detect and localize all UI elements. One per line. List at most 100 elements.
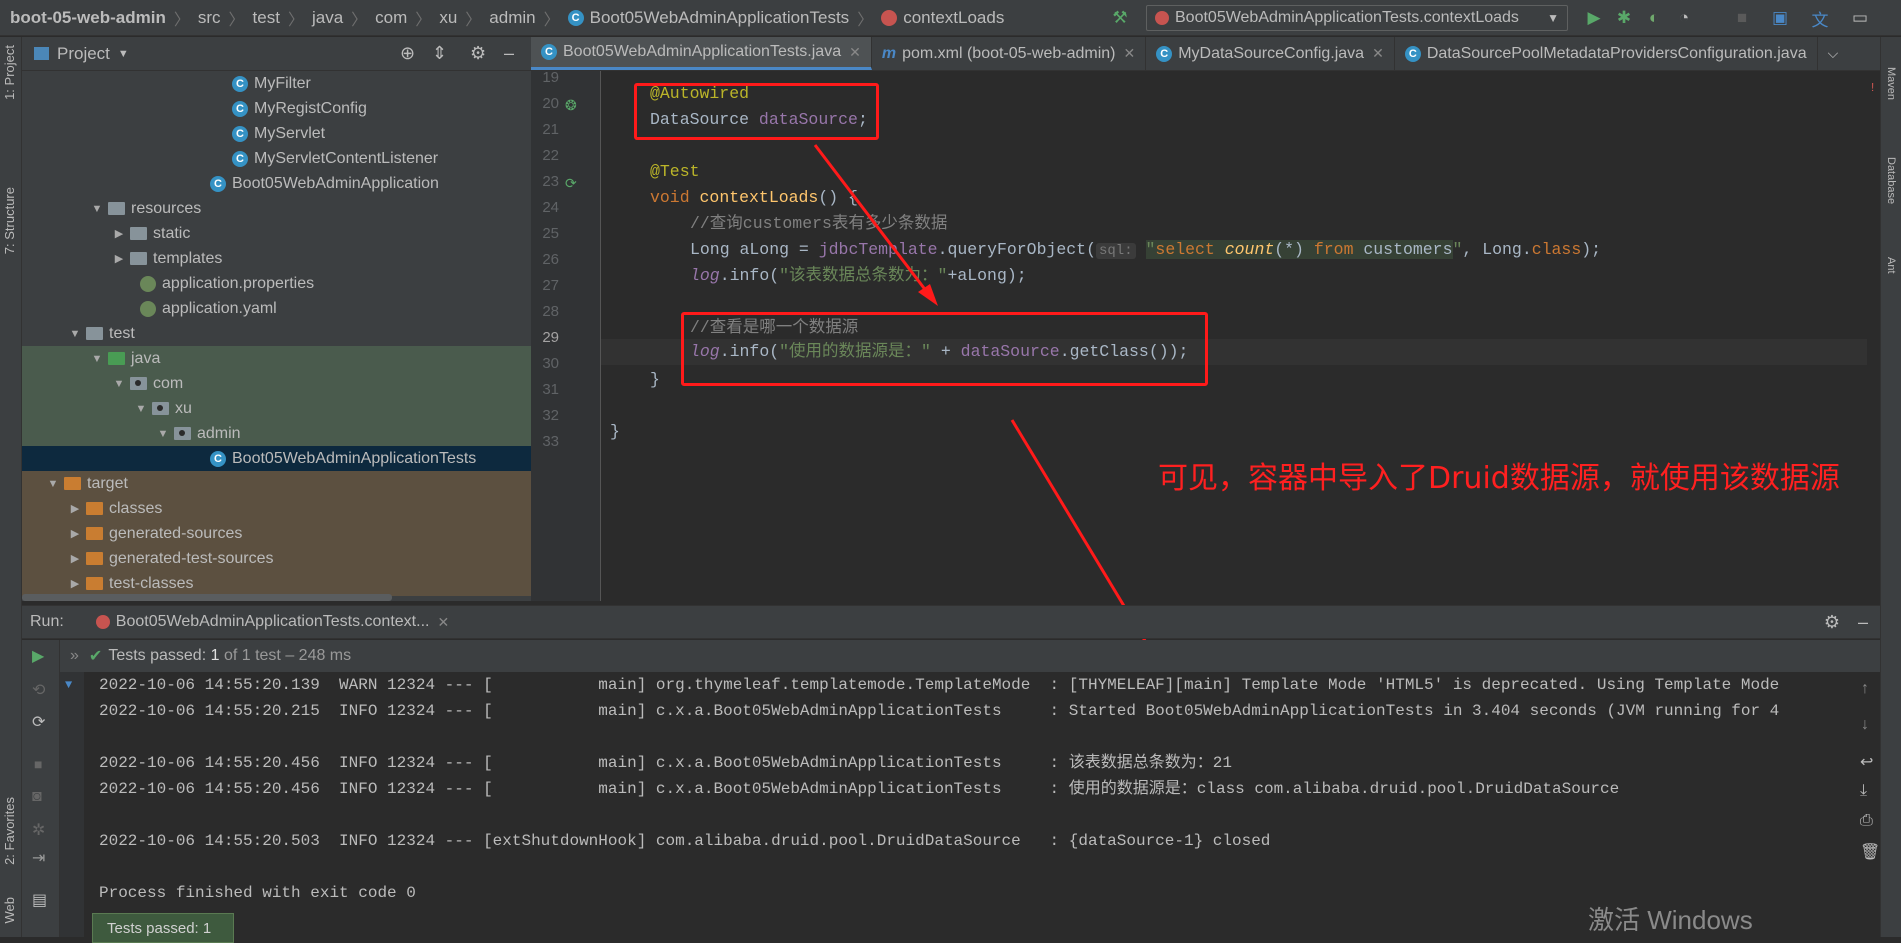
tab-overflow-icon[interactable]: ⌵ xyxy=(1828,45,1839,62)
breadcrumb-com[interactable]: com xyxy=(375,8,407,28)
tree-item[interactable]: ▶ generated-sources xyxy=(22,521,531,546)
collapsed-arrow-icon[interactable]: ▶ xyxy=(68,502,82,515)
tree-item[interactable]: ▼ com xyxy=(22,371,531,396)
tree-item[interactable]: ▼ resources xyxy=(22,196,531,221)
build-hammer-icon[interactable]: ⚒ xyxy=(1110,8,1130,28)
close-icon[interactable]: ✕ xyxy=(1372,45,1384,62)
tree-item[interactable]: ▼ xu xyxy=(22,396,531,421)
expanded-arrow-icon[interactable]: ▼ xyxy=(112,378,126,390)
tree-item[interactable]: ▶ static xyxy=(22,221,531,246)
tree-item[interactable]: application.properties xyxy=(22,271,531,296)
editor-scrollbar[interactable] xyxy=(1867,71,1880,601)
run-icon[interactable]: ▶ xyxy=(1584,8,1604,28)
tree-item[interactable]: C MyServletContentListener xyxy=(22,146,531,171)
translate-icon[interactable]: 文 xyxy=(1810,8,1830,30)
close-icon[interactable]: ✕ xyxy=(849,44,861,61)
project-tool-tab[interactable]: 1: Project xyxy=(2,45,17,100)
layout-icon[interactable]: ▤ xyxy=(32,890,47,910)
tree-item[interactable]: application.yaml xyxy=(22,296,531,321)
coverage-icon[interactable]: ◐ xyxy=(1644,8,1664,28)
tab-pool-metadata[interactable]: C DataSourcePoolMetadataProvidersConfigur… xyxy=(1395,37,1818,70)
trash-icon[interactable]: 🗑 xyxy=(1860,842,1880,862)
breadcrumb-class[interactable]: C Boot05WebAdminApplicationTests xyxy=(567,8,849,28)
breadcrumb-test[interactable]: test xyxy=(253,8,280,28)
collapse-all-icon[interactable]: ⇕ xyxy=(432,43,447,64)
scroll-to-end-icon[interactable]: ⤓ xyxy=(1860,782,1867,800)
tree-item[interactable]: ▼ test xyxy=(22,321,531,346)
stop-icon[interactable]: ■ xyxy=(1732,8,1752,28)
expanded-arrow-icon[interactable]: ▼ xyxy=(68,328,82,340)
expand-icon[interactable]: » xyxy=(70,647,79,665)
tree-item[interactable]: C Boot05WebAdminApplication xyxy=(22,171,531,196)
tree-item[interactable]: ▼ target xyxy=(22,471,531,496)
tree-item[interactable]: C MyFilter xyxy=(22,71,531,96)
close-icon[interactable]: ✕ xyxy=(437,614,449,631)
chevron-down-icon[interactable]: ▼ xyxy=(65,678,72,692)
web-tool-tab[interactable]: Web xyxy=(2,897,17,924)
collapsed-arrow-icon[interactable]: ▶ xyxy=(68,577,82,590)
ant-tool-tab[interactable]: Ant xyxy=(1885,257,1897,274)
expanded-arrow-icon[interactable]: ▼ xyxy=(46,478,60,490)
tree-item-selected[interactable]: C Boot05WebAdminApplicationTests xyxy=(22,446,531,471)
settings-icon[interactable]: ✲ xyxy=(32,820,45,840)
maven-tool-tab[interactable]: Maven xyxy=(1885,67,1897,100)
profiler-icon[interactable]: ◔ xyxy=(1674,8,1694,28)
run-configuration-select[interactable]: Boot05WebAdminApplicationTests.contextLo… xyxy=(1146,5,1568,31)
project-panel-title[interactable]: Project xyxy=(57,44,110,64)
breadcrumb-project[interactable]: boot-05-web-admin xyxy=(10,8,166,28)
run-test-gutter-icon[interactable]: ⟳ xyxy=(565,175,577,192)
exit-icon[interactable]: ⇥ xyxy=(32,848,45,868)
structure-tool-tab[interactable]: 7: Structure xyxy=(2,187,17,254)
tab-datasource-config[interactable]: C MyDataSourceConfig.java ✕ xyxy=(1146,37,1395,70)
gear-icon[interactable]: ⚙ xyxy=(1824,612,1840,633)
locate-icon[interactable]: ⊕ xyxy=(400,43,415,64)
collapsed-arrow-icon[interactable]: ▶ xyxy=(112,252,126,265)
tree-item[interactable]: C MyRegistConfig xyxy=(22,96,531,121)
tree-item[interactable]: ▶ templates xyxy=(22,246,531,271)
database-tool-tab[interactable]: Database xyxy=(1885,157,1897,204)
tree-item[interactable]: ▼ java xyxy=(22,346,531,371)
gear-icon[interactable]: ⚙ xyxy=(470,43,486,64)
stop-icon[interactable]: ■ xyxy=(34,756,42,772)
expanded-arrow-icon[interactable]: ▼ xyxy=(90,203,104,215)
tree-item[interactable]: ▼ admin xyxy=(22,421,531,446)
breadcrumb-java[interactable]: java xyxy=(312,8,343,28)
favorites-tool-tab[interactable]: 2: Favorites xyxy=(2,797,17,865)
close-icon[interactable]: ✕ xyxy=(1123,45,1135,62)
rerun-icon[interactable]: ▶ xyxy=(32,646,44,666)
tree-item[interactable]: ▶ classes xyxy=(22,496,531,521)
camera-icon[interactable]: ◙ xyxy=(32,788,42,806)
debug-icon[interactable]: ✱ xyxy=(1614,8,1634,28)
collapsed-arrow-icon[interactable]: ▶ xyxy=(68,527,82,540)
project-structure-icon[interactable]: ▣ xyxy=(1770,8,1790,28)
up-icon[interactable]: ↑ xyxy=(1861,680,1869,698)
expanded-arrow-icon[interactable]: ▼ xyxy=(90,353,104,365)
breadcrumb-method[interactable]: contextLoads xyxy=(881,8,1004,28)
tree-item[interactable]: ▶ test-classes xyxy=(22,571,531,596)
print-icon[interactable]: ⎙ xyxy=(1860,812,1873,830)
breadcrumb-src[interactable]: src xyxy=(198,8,221,28)
soft-wrap-icon[interactable]: ↩ xyxy=(1860,752,1873,772)
collapsed-arrow-icon[interactable]: ▶ xyxy=(112,227,126,240)
tree-item[interactable]: ▶ generated-test-sources xyxy=(22,546,531,571)
tab-pom[interactable]: m pom.xml (boot-05-web-admin) ✕ xyxy=(872,37,1147,70)
minimize-icon[interactable]: – xyxy=(504,43,514,64)
breadcrumb-xu[interactable]: xu xyxy=(439,8,457,28)
rerun-failed-icon[interactable]: ⟲ xyxy=(32,680,45,700)
tree-item[interactable]: C MyServlet xyxy=(22,121,531,146)
breadcrumb-admin[interactable]: admin xyxy=(489,8,535,28)
horizontal-scrollbar[interactable] xyxy=(22,594,392,601)
tab-boot05-tests[interactable]: C Boot05WebAdminApplicationTests.java ✕ xyxy=(531,37,872,70)
expanded-arrow-icon[interactable]: ▼ xyxy=(134,403,148,415)
bean-gutter-icon[interactable]: ❂ xyxy=(565,97,577,114)
down-icon[interactable]: ↓ xyxy=(1861,716,1869,734)
run-tab-label[interactable]: Boot05WebAdminApplicationTests.context..… xyxy=(116,613,430,631)
console-output[interactable]: ▼ 2022-10-06 14:55:20.139 WARN 12324 ---… xyxy=(60,672,1856,937)
expanded-arrow-icon[interactable]: ▼ xyxy=(156,428,170,440)
terminal-icon[interactable]: ▭ xyxy=(1850,8,1870,28)
minimize-icon[interactable]: – xyxy=(1858,612,1868,633)
chevron-down-icon[interactable]: ▼ xyxy=(118,48,129,60)
toggle-auto-test-icon[interactable]: ⟳ xyxy=(32,712,45,732)
collapsed-arrow-icon[interactable]: ▶ xyxy=(68,552,82,565)
warning-icon[interactable]: ! xyxy=(1869,81,1876,95)
